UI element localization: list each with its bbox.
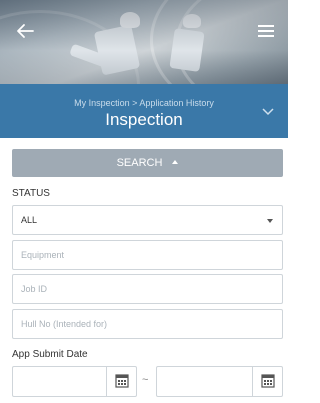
date-to-calendar-button[interactable] — [252, 367, 282, 396]
date-range-separator: ~ — [142, 374, 149, 386]
submit-date-label: App Submit Date — [12, 349, 88, 360]
dropdown-arrow-icon — [267, 219, 273, 223]
hull-no-input[interactable]: Hull No (Intended for) — [12, 309, 283, 339]
expand-button[interactable] — [260, 104, 276, 116]
page-title: Inspection — [105, 110, 183, 129]
arrow-left-icon — [17, 24, 34, 38]
status-select[interactable]: ALL — [12, 205, 283, 235]
equipment-input[interactable]: Equipment — [12, 240, 283, 270]
breadcrumb[interactable]: My Inspection > Application History — [0, 98, 288, 108]
date-to-field[interactable] — [156, 366, 283, 397]
date-from-calendar-button[interactable] — [106, 367, 136, 396]
status-label: STATUS — [12, 188, 50, 199]
date-from-field[interactable] — [12, 366, 137, 397]
hero-banner — [0, 0, 288, 84]
hero-overlay — [0, 0, 288, 84]
search-toggle-label: SEARCH — [116, 157, 163, 169]
calendar-icon — [115, 374, 129, 388]
back-button[interactable] — [14, 20, 36, 42]
search-toggle-button[interactable]: SEARCH — [12, 149, 283, 177]
calendar-icon — [261, 374, 275, 388]
menu-button[interactable] — [256, 22, 276, 40]
job-id-input[interactable]: Job ID — [12, 274, 283, 304]
caret-up-icon — [172, 160, 179, 165]
chevron-down-icon — [262, 108, 274, 116]
status-select-value: ALL — [21, 215, 38, 225]
title-bar: My Inspection > Application History Insp… — [0, 84, 288, 138]
hamburger-menu-icon — [258, 25, 274, 37]
